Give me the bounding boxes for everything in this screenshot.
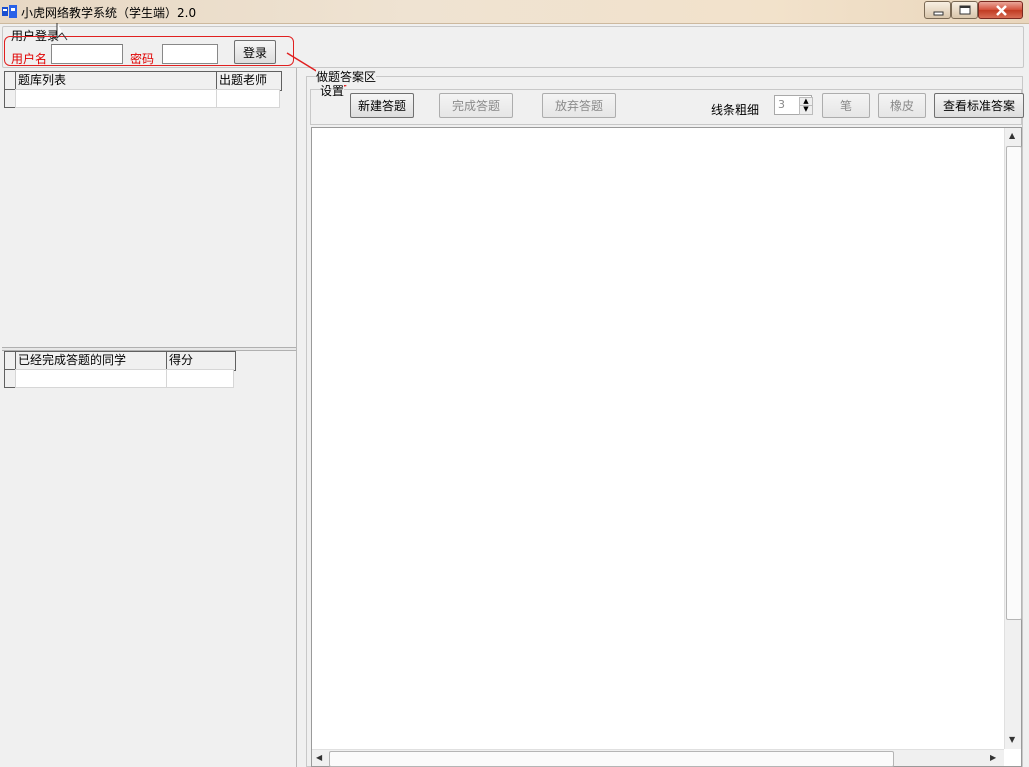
horizontal-scrollbar[interactable]: ◀ ▶ [312,749,1004,767]
minimize-button[interactable] [924,1,951,19]
abandon-answer-button[interactable]: 放弃答题 [542,93,616,118]
scroll-down-icon[interactable]: ▼ [1009,735,1015,744]
eraser-button[interactable]: 橡皮 [878,93,926,118]
new-answer-button[interactable]: 新建答题 [350,93,414,118]
window-title: 小虎网络教学系统（学生端）2.0 [21,6,197,20]
finish-answer-button[interactable]: 完成答题 [439,93,513,118]
line-width-value: 3 [778,98,785,111]
scroll-left-icon[interactable]: ◀ [316,753,322,762]
pen-button[interactable]: 笔 [822,93,870,118]
minimize-icon [933,11,944,16]
app-logo-icon [2,5,17,18]
column-header-teacher[interactable]: 出题老师 [216,71,282,91]
table-cell[interactable] [216,89,280,108]
settings-label: 设置 [320,82,345,99]
maximize-button[interactable] [951,1,978,19]
scroll-right-icon[interactable]: ▶ [990,753,996,762]
vertical-scrollbar[interactable]: ▲ ▼ [1004,128,1022,749]
line-width-label: 线条粗细 [711,103,760,117]
maximize-icon [959,5,971,15]
view-standard-answer-button[interactable]: 查看标准答案 [934,93,1024,118]
table-cell[interactable] [166,369,234,388]
scroll-up-icon[interactable]: ▲ [1009,131,1015,140]
annotation-highlight-box [4,36,294,66]
line-width-stepper[interactable]: 3 ▲ ▼ [774,95,813,115]
vertical-scroll-thumb[interactable] [1006,146,1022,620]
table-row[interactable] [15,89,219,108]
close-icon [996,5,1007,16]
table-row[interactable] [15,369,169,388]
column-header-score[interactable]: 得分 [166,351,236,371]
horizontal-scroll-thumb[interactable] [329,751,894,767]
spin-down-icon[interactable]: ▼ [799,105,813,115]
close-button[interactable] [978,1,1023,19]
left-panel [2,68,297,767]
column-header-completed-students[interactable]: 已经完成答题的同学 [15,351,171,371]
column-header-question-list[interactable]: 题库列表 [15,71,221,91]
drawing-canvas[interactable] [311,127,1022,767]
